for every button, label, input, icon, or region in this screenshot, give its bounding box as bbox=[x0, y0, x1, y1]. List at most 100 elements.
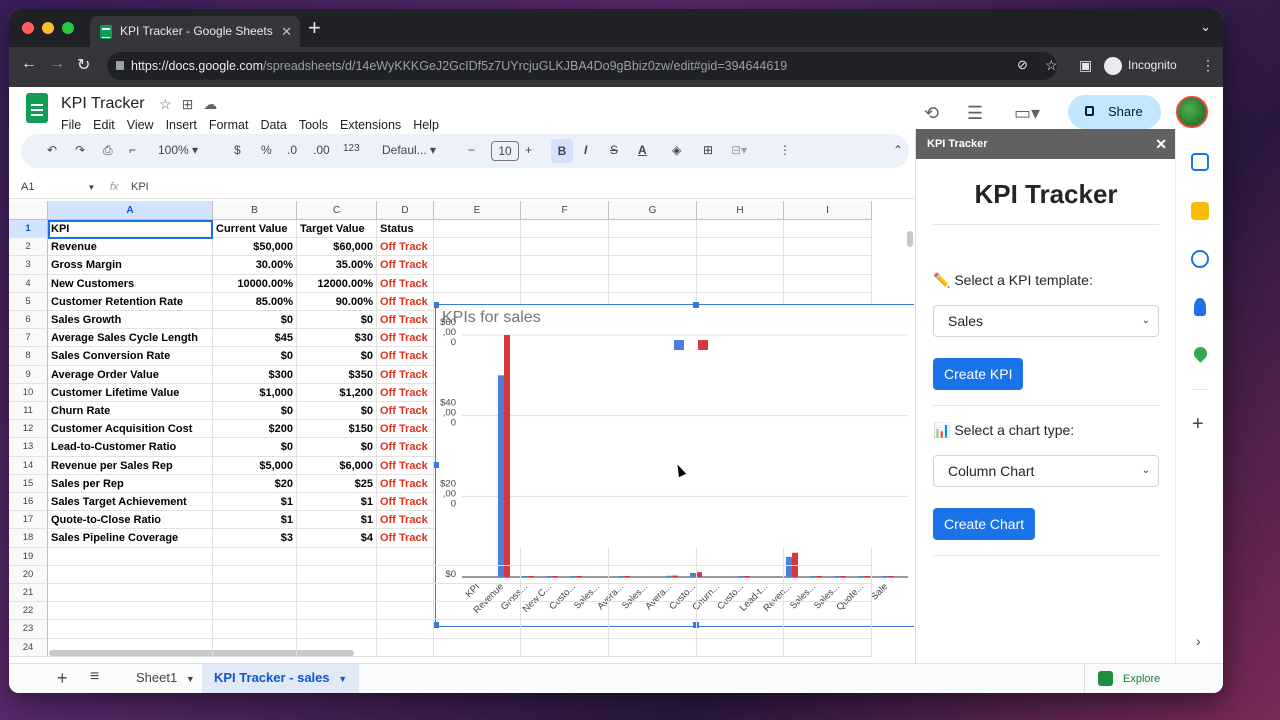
cell[interactable]: Sales Target Achievement bbox=[48, 493, 213, 512]
cell[interactable]: Off Track bbox=[377, 493, 434, 512]
maximize-window-button[interactable] bbox=[62, 22, 74, 34]
fill-color-icon[interactable]: ◈ bbox=[672, 143, 681, 157]
cell[interactable]: Sales Growth bbox=[48, 311, 213, 330]
row-header[interactable]: 16 bbox=[9, 493, 48, 512]
cell[interactable] bbox=[521, 620, 609, 639]
side-panel-icon[interactable]: ▣ bbox=[1079, 57, 1092, 74]
cell[interactable]: $1 bbox=[213, 511, 297, 530]
cell[interactable]: KPI bbox=[48, 220, 213, 239]
percent-button[interactable]: % bbox=[261, 143, 272, 157]
add-sheet-icon[interactable]: + bbox=[57, 668, 68, 689]
cell[interactable] bbox=[377, 584, 434, 603]
cloud-saved-icon[interactable]: ☁ bbox=[203, 96, 227, 112]
row-header[interactable]: 18 bbox=[9, 529, 48, 548]
column-header[interactable]: C bbox=[297, 201, 377, 220]
cell[interactable] bbox=[609, 638, 697, 657]
cell[interactable] bbox=[434, 565, 521, 584]
cell[interactable] bbox=[434, 620, 521, 639]
cell[interactable]: $0 bbox=[213, 438, 297, 457]
row-header[interactable]: 24 bbox=[9, 638, 48, 657]
cell[interactable] bbox=[434, 220, 521, 239]
cell[interactable]: Off Track bbox=[377, 420, 434, 439]
all-sheets-icon[interactable]: ≡ bbox=[90, 668, 99, 686]
cell[interactable] bbox=[297, 602, 377, 621]
row-header[interactable]: 3 bbox=[9, 256, 48, 275]
close-tab-icon[interactable]: ✕ bbox=[281, 16, 292, 47]
cell[interactable]: $0 bbox=[213, 311, 297, 330]
cell[interactable]: Sales per Rep bbox=[48, 474, 213, 493]
cell[interactable] bbox=[48, 584, 213, 603]
profile-badge[interactable]: Incognito bbox=[1104, 57, 1177, 75]
cell[interactable]: Revenue per Sales Rep bbox=[48, 456, 213, 475]
cell[interactable]: $150 bbox=[297, 420, 377, 439]
cell[interactable]: Off Track bbox=[377, 456, 434, 475]
currency-button[interactable]: $ bbox=[234, 143, 241, 157]
row-header[interactable]: 8 bbox=[9, 347, 48, 366]
font-select[interactable]: Defaul... ▾ bbox=[382, 143, 436, 157]
more-icon[interactable]: ⋮ bbox=[779, 143, 791, 157]
cell[interactable]: $30 bbox=[297, 329, 377, 348]
comments-icon[interactable]: ☰ bbox=[967, 103, 983, 124]
cell[interactable] bbox=[697, 274, 784, 293]
cell[interactable]: Off Track bbox=[377, 383, 434, 402]
cell[interactable] bbox=[213, 547, 297, 566]
number-format-button[interactable]: 123 bbox=[343, 143, 360, 154]
cell[interactable]: Lead-to-Customer Ratio bbox=[48, 438, 213, 457]
cell[interactable]: $0 bbox=[297, 347, 377, 366]
new-tab-icon[interactable]: + bbox=[308, 15, 321, 41]
cell[interactable]: 35.00% bbox=[297, 256, 377, 275]
cell[interactable]: $0 bbox=[297, 402, 377, 421]
cell[interactable]: $0 bbox=[297, 438, 377, 457]
cell[interactable]: 10000.00% bbox=[213, 274, 297, 293]
avatar[interactable] bbox=[1176, 96, 1208, 128]
column-header[interactable]: E bbox=[434, 201, 521, 220]
collapse-toolbar-icon[interactable]: ⌃ bbox=[893, 143, 903, 157]
row-header[interactable]: 7 bbox=[9, 329, 48, 348]
select-all-corner[interactable] bbox=[9, 201, 48, 220]
row-header[interactable]: 10 bbox=[9, 383, 48, 402]
cell[interactable] bbox=[377, 565, 434, 584]
row-header[interactable]: 2 bbox=[9, 238, 48, 257]
cell[interactable]: Revenue bbox=[48, 238, 213, 257]
row-header[interactable]: 15 bbox=[9, 474, 48, 493]
cell[interactable]: Off Track bbox=[377, 329, 434, 348]
cell[interactable] bbox=[434, 238, 521, 257]
back-icon[interactable]: ← bbox=[21, 55, 37, 73]
font-size-input[interactable]: 10 bbox=[491, 141, 519, 161]
column-header[interactable]: B bbox=[213, 201, 297, 220]
column-header[interactable]: F bbox=[521, 201, 609, 220]
cell[interactable] bbox=[697, 620, 784, 639]
chart-bar[interactable] bbox=[888, 576, 894, 577]
sheet-tab-kpi-tracker-sales[interactable]: KPI Tracker - sales ▼ bbox=[202, 664, 360, 693]
row-header[interactable]: 9 bbox=[9, 365, 48, 384]
column-header[interactable]: I bbox=[784, 201, 872, 220]
row-header[interactable]: 20 bbox=[9, 565, 48, 584]
row-header[interactable]: 23 bbox=[9, 620, 48, 639]
cell[interactable] bbox=[609, 256, 697, 275]
cell[interactable]: Customer Acquisition Cost bbox=[48, 420, 213, 439]
cell[interactable] bbox=[697, 638, 784, 657]
cell[interactable] bbox=[434, 584, 521, 603]
cell[interactable] bbox=[609, 274, 697, 293]
cell[interactable] bbox=[784, 565, 872, 584]
cell[interactable] bbox=[48, 638, 213, 657]
move-folder-icon[interactable]: ⊞ bbox=[182, 96, 204, 112]
menu-insert[interactable]: Insert bbox=[166, 118, 197, 132]
cell[interactable] bbox=[784, 584, 872, 603]
cell[interactable]: 85.00% bbox=[213, 292, 297, 311]
cell[interactable]: $200 bbox=[213, 420, 297, 439]
cell[interactable] bbox=[521, 584, 609, 603]
cell[interactable]: Current Value bbox=[213, 220, 297, 239]
cell[interactable]: Average Order Value bbox=[48, 365, 213, 384]
cell[interactable]: Churn Rate bbox=[48, 402, 213, 421]
cell[interactable]: Quote-to-Close Ratio bbox=[48, 511, 213, 530]
star-doc-icon[interactable]: ☆ bbox=[159, 96, 182, 112]
undo-icon[interactable]: ↶ bbox=[47, 143, 57, 157]
paint-format-icon[interactable]: ⌐ bbox=[129, 143, 136, 157]
sheet-tab-sheet1[interactable]: Sheet1 ▼ bbox=[124, 664, 207, 693]
cell[interactable] bbox=[784, 547, 872, 566]
cell[interactable] bbox=[784, 256, 872, 275]
close-icon[interactable]: ✕ bbox=[1155, 129, 1167, 159]
cell[interactable] bbox=[521, 238, 609, 257]
row-header[interactable]: 22 bbox=[9, 602, 48, 621]
